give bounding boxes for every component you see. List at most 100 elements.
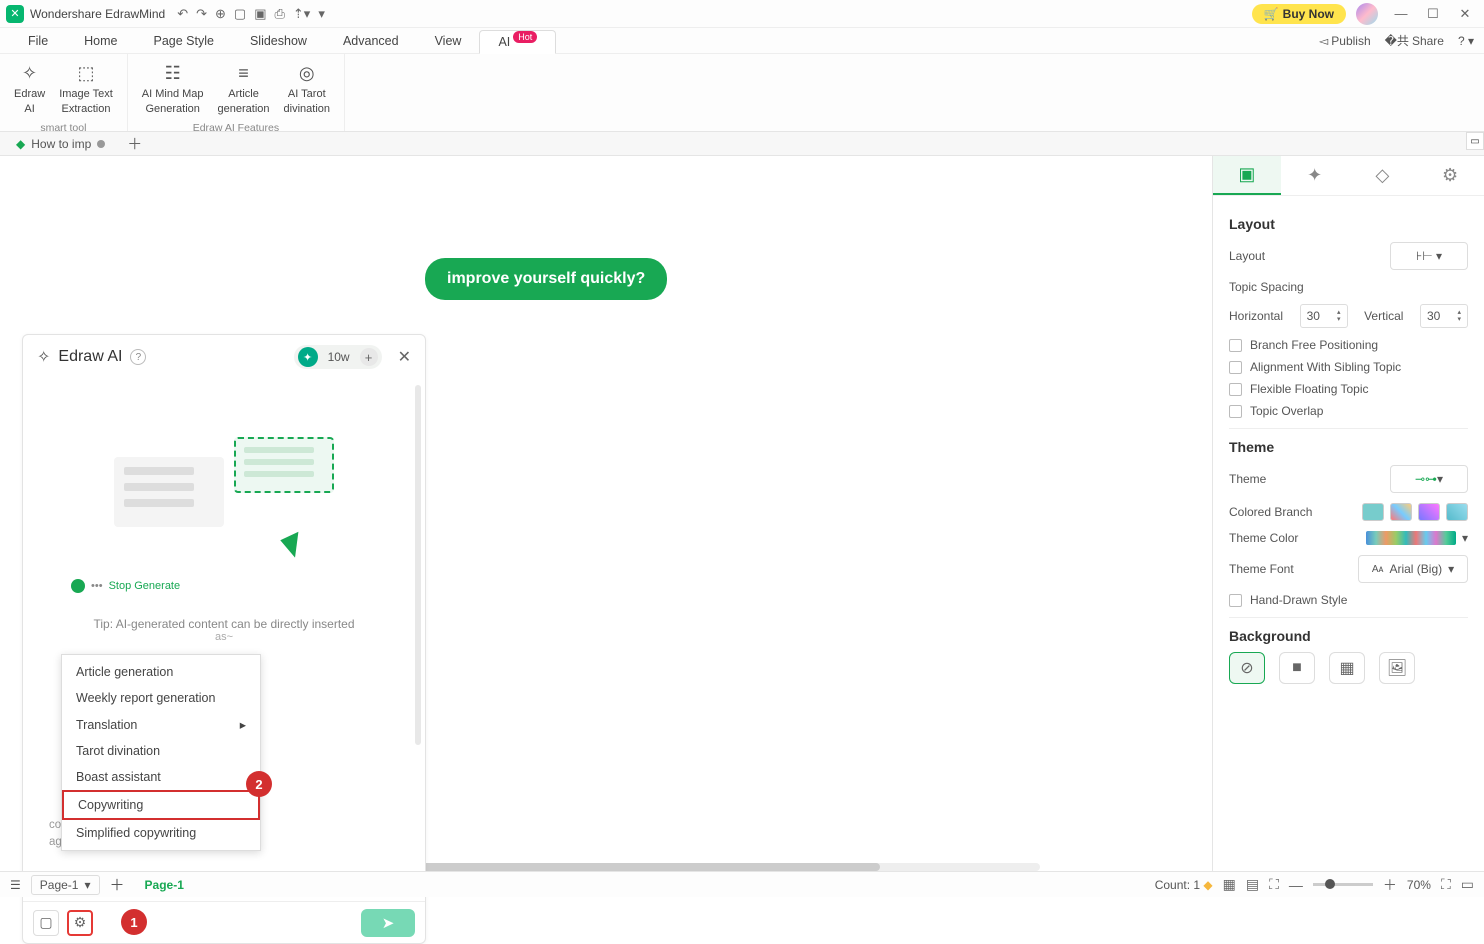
ctx-weekly-report[interactable]: Weekly report generation <box>62 685 260 711</box>
present-icon[interactable]: ▭ <box>1461 876 1474 893</box>
branch-swatch-1[interactable] <box>1362 503 1384 521</box>
publish-button[interactable]: ◅ Publish <box>1319 34 1371 48</box>
stop-generate[interactable]: •••Stop Generate <box>71 579 407 593</box>
open-icon[interactable]: ▢ <box>234 6 246 22</box>
menu-view[interactable]: View <box>417 30 480 52</box>
layout-dropdown[interactable]: ⊦⊢ ▾ <box>1390 242 1468 270</box>
redo-icon[interactable]: ↷ <box>196 6 207 22</box>
bg-solid[interactable]: ■ <box>1279 652 1315 684</box>
ctx-article-gen[interactable]: Article generation <box>62 659 260 685</box>
tarot-button[interactable]: ◎AI Tarotdivination <box>278 58 336 120</box>
ai-panel-body: •••Stop Generate Tip: AI-generated conte… <box>23 379 425 901</box>
image-text-button[interactable]: ⬚Image TextExtraction <box>53 58 119 120</box>
menu-page-style[interactable]: Page Style <box>136 30 232 52</box>
zoom-slider[interactable] <box>1313 883 1373 886</box>
chk-alignment[interactable]: Alignment With Sibling Topic <box>1229 360 1468 374</box>
export-icon[interactable]: ⇡▾ <box>293 6 310 22</box>
ctx-boast[interactable]: Boast assistant <box>62 764 260 790</box>
share-button[interactable]: �共 Share <box>1385 32 1444 49</box>
branch-swatch-4[interactable] <box>1446 503 1468 521</box>
ribbon-group-smart: ✧EdrawAI ⬚Image TextExtraction smart too… <box>0 54 128 131</box>
buy-now-button[interactable]: 🛒 Buy Now <box>1252 4 1346 24</box>
menu-ai-label: AI <box>498 35 510 49</box>
ctx-translation[interactable]: Translation▸ <box>62 711 260 738</box>
user-avatar[interactable] <box>1356 3 1378 25</box>
undo-icon[interactable]: ↶ <box>177 6 188 22</box>
menu-advanced[interactable]: Advanced <box>325 30 417 52</box>
menu-ai[interactable]: AIHot <box>479 30 556 54</box>
app-title: Wondershare EdrawMind <box>30 7 165 21</box>
chevron-down-icon[interactable]: ▾ <box>1462 531 1468 545</box>
add-tokens-button[interactable]: + <box>360 348 378 366</box>
new-tab-button[interactable]: ＋ <box>121 133 148 154</box>
menu-home[interactable]: Home <box>66 30 135 52</box>
ai-attach-button[interactable]: ▢ <box>33 910 59 936</box>
article-icon: ≡ <box>238 62 249 85</box>
theme-font-label: Theme Font <box>1229 562 1294 576</box>
menu-slideshow[interactable]: Slideshow <box>232 30 325 52</box>
side-tab-tag[interactable]: ◇ <box>1349 156 1417 195</box>
edraw-ai-button[interactable]: ✧EdrawAI <box>8 58 51 120</box>
branch-swatch-2[interactable] <box>1390 503 1412 521</box>
ai-sparkle-icon: ✧ <box>37 347 50 367</box>
help-button[interactable]: ? ▾ <box>1458 34 1474 48</box>
side-tabs: ▣ ✦ ◇ ⚙ <box>1213 156 1484 196</box>
ai-panel-header: ✧ Edraw AI ? ✦ 10w + ✕ <box>23 335 425 379</box>
theme-font-dropdown[interactable]: Aᴀ Arial (Big) ▾ <box>1358 555 1468 583</box>
ai-scrollbar[interactable] <box>415 385 421 745</box>
document-tab[interactable]: ◆ How to imp <box>8 135 113 153</box>
horizontal-label: Horizontal <box>1229 309 1283 323</box>
chk-branch-free[interactable]: Branch Free Positioning <box>1229 338 1468 352</box>
central-topic[interactable]: improve yourself quickly? <box>425 258 667 300</box>
ctx-copywriting[interactable]: Copywriting <box>62 790 260 820</box>
bg-image[interactable]: 🖼 <box>1379 652 1415 684</box>
page-select[interactable]: Page-1 ▾ <box>31 875 100 895</box>
ctx-tarot[interactable]: Tarot divination <box>62 738 260 764</box>
chk-flexible[interactable]: Flexible Floating Topic <box>1229 382 1468 396</box>
vertical-spinner[interactable]: 30▴▾ <box>1420 304 1468 328</box>
hot-badge: Hot <box>513 31 537 43</box>
ai-skills-button[interactable]: ⚙ <box>67 910 93 936</box>
view-list-icon[interactable]: ▤ <box>1246 876 1259 893</box>
maximize-button[interactable]: ☐ <box>1420 6 1446 22</box>
print-icon[interactable]: ⎙ <box>275 6 285 22</box>
more-icon[interactable]: ▾ <box>318 6 325 22</box>
theme-color-bar[interactable] <box>1366 531 1456 545</box>
view-fit-icon[interactable]: ⛶ <box>1269 876 1279 893</box>
close-panel-button[interactable]: ✕ <box>398 347 411 367</box>
collapse-panel-button[interactable]: ▭ <box>1466 132 1484 150</box>
mindmap-gen-button[interactable]: ☷AI Mind MapGeneration <box>136 58 210 120</box>
layout-section-title: Layout <box>1229 216 1468 232</box>
side-tab-style[interactable]: ✦ <box>1281 156 1349 195</box>
side-tab-layout[interactable]: ▣ <box>1213 156 1281 195</box>
help-icon[interactable]: ? <box>130 349 146 365</box>
horizontal-spinner[interactable]: 30▴▾ <box>1300 304 1348 328</box>
bg-pattern[interactable]: ▦ <box>1329 652 1365 684</box>
send-button[interactable]: ➤ <box>361 909 415 937</box>
chk-overlap[interactable]: Topic Overlap <box>1229 404 1468 418</box>
fullscreen-icon[interactable]: ⛶ <box>1441 876 1451 893</box>
ribbon-group-features-label: Edraw AI Features <box>193 122 279 134</box>
ctx-simplified-copy[interactable]: Simplified copywriting <box>62 820 260 846</box>
article-gen-button[interactable]: ≡Articlegeneration <box>212 58 276 120</box>
tarot-icon: ◎ <box>299 62 315 85</box>
status-bar: ☰ Page-1 ▾ ＋ Page-1 Count: 1 ◆ ▦ ▤ ⛶ — ＋… <box>0 871 1484 897</box>
close-button[interactable]: ✕ <box>1452 6 1478 22</box>
minimize-button[interactable]: — <box>1388 6 1414 22</box>
side-tab-settings[interactable]: ⚙ <box>1416 156 1484 195</box>
outline-toggle[interactable]: ☰ <box>10 878 21 892</box>
bg-none[interactable]: ⊘ <box>1229 652 1265 684</box>
menu-file[interactable]: File <box>10 30 66 52</box>
page-tab[interactable]: Page-1 <box>135 878 194 892</box>
chk-hand-drawn[interactable]: Hand-Drawn Style <box>1229 593 1468 607</box>
save-icon[interactable]: ▣ <box>254 6 266 22</box>
new-icon[interactable]: ⊕ <box>215 6 226 22</box>
add-page-button[interactable]: ＋ <box>110 874 125 895</box>
theme-dropdown[interactable]: ⊸⊶ ▾ <box>1390 465 1468 493</box>
token-chip[interactable]: ✦ 10w + <box>294 345 382 369</box>
branch-swatch-3[interactable] <box>1418 503 1440 521</box>
zoom-out-button[interactable]: — <box>1289 877 1303 893</box>
canvas[interactable]: improve yourself quickly? ✧ Edraw AI ? ✦… <box>0 156 1212 871</box>
view-grid-icon[interactable]: ▦ <box>1223 876 1236 893</box>
zoom-in-button[interactable]: ＋ <box>1383 875 1397 895</box>
